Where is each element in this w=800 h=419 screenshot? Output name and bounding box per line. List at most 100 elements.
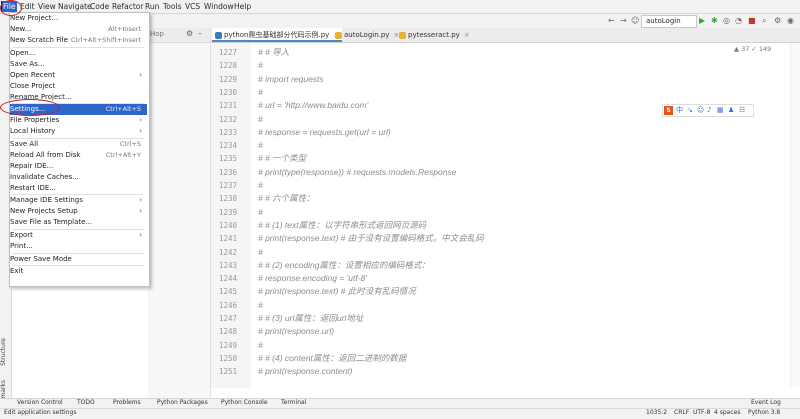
- minimize-icon[interactable]: –: [198, 29, 202, 38]
- menu-refactor[interactable]: Refactor: [111, 1, 144, 12]
- menu-tools[interactable]: Tools: [162, 1, 182, 12]
- project-pane: [148, 28, 211, 398]
- sogou-logo-icon[interactable]: S: [664, 106, 673, 115]
- menu-item-restart-ide[interactable]: Restart IDE...: [10, 183, 147, 194]
- forward-icon[interactable]: →: [620, 16, 627, 26]
- menu-item-repair-ide[interactable]: Repair IDE...: [10, 161, 147, 172]
- menu-vcs[interactable]: VCS: [184, 1, 201, 12]
- ime-skin-icon[interactable]: ♟: [728, 106, 734, 115]
- tab-python-examples[interactable]: python爬虫基础部分代码示例.py×: [212, 28, 342, 42]
- tab-autologin[interactable]: autoLogin.py ×: [332, 28, 406, 42]
- back-icon[interactable]: ←: [608, 16, 615, 26]
- stop-icon[interactable]: ■: [748, 16, 756, 26]
- tool-python-console[interactable]: Python Console: [221, 398, 268, 408]
- close-icon[interactable]: ×: [464, 31, 470, 39]
- menu-code[interactable]: Code: [89, 1, 110, 12]
- code-line[interactable]: # print(response.url): [258, 326, 334, 337]
- menu-run[interactable]: Run: [144, 1, 160, 12]
- code-line[interactable]: # # (2) encoding属性：设置相应的编码格式：: [258, 260, 430, 271]
- structure-tool-label[interactable]: Structure: [0, 338, 11, 366]
- code-line[interactable]: #: [258, 207, 263, 218]
- line-number: 1243: [218, 260, 237, 270]
- run-configuration-select[interactable]: autoLogin: [641, 15, 697, 28]
- debug-icon[interactable]: ✱: [711, 16, 718, 26]
- code-line[interactable]: #: [258, 300, 263, 311]
- code-line[interactable]: #: [258, 340, 263, 351]
- menu-item-new-scratch-file[interactable]: New Scratch File Ctrl+Alt+Shift+Insert: [10, 35, 147, 46]
- profile-icon[interactable]: ◔: [735, 16, 742, 26]
- line-separator[interactable]: CRLF: [674, 408, 689, 418]
- code-line[interactable]: # print(response.content): [258, 366, 353, 377]
- ime-voice-icon[interactable]: ♪: [707, 106, 711, 115]
- code-line[interactable]: # print(response.text) # 此时没有乱码情况: [258, 286, 416, 297]
- code-line[interactable]: #: [258, 140, 263, 151]
- code-line[interactable]: #: [258, 87, 263, 98]
- menu-item-open-recent[interactable]: Open Recent ›: [10, 70, 147, 81]
- menu-view[interactable]: View: [37, 1, 57, 12]
- code-line[interactable]: # import requests: [258, 74, 324, 85]
- tool-version-control[interactable]: Version Control: [17, 398, 63, 408]
- code-line[interactable]: # url = 'http://www.baidu.com': [258, 100, 368, 111]
- tool-terminal[interactable]: Terminal: [281, 398, 306, 408]
- menu-item-save-as[interactable]: Save As...: [10, 59, 147, 70]
- menu-item-reload-all-from-disk[interactable]: Reload All from Disk Ctrl+Alt+Y: [10, 150, 147, 161]
- menu-item-open[interactable]: Open...: [10, 48, 147, 59]
- menu-item-exit[interactable]: Exit: [10, 266, 147, 277]
- tool-problems[interactable]: Problems: [113, 398, 141, 408]
- run-icon[interactable]: ▶: [699, 16, 705, 26]
- code-line[interactable]: # # (3) url属性：返回url地址: [258, 313, 363, 324]
- code-line[interactable]: #: [258, 60, 263, 71]
- tool-python-packages[interactable]: Python Packages: [157, 398, 208, 408]
- ime-emoji-icon[interactable]: ☺: [697, 106, 704, 115]
- menu-item-export[interactable]: Export ›: [10, 230, 147, 241]
- menu-window[interactable]: Window: [203, 1, 235, 12]
- code-line[interactable]: # # (1) text属性：以字符串形式返回网页源码: [258, 220, 426, 231]
- user-icon[interactable]: ☺: [631, 16, 639, 26]
- menu-navigate[interactable]: Navigate: [57, 1, 93, 12]
- indent-setting[interactable]: 4 spaces: [714, 408, 740, 418]
- inspection-counts[interactable]: ▲ 37 ✓ 149: [734, 45, 771, 53]
- menu-item-new[interactable]: New... Alt+Insert: [10, 24, 147, 35]
- menu-help[interactable]: Help: [233, 1, 252, 12]
- code-line[interactable]: # print(type(response)) # requests.model…: [258, 167, 456, 178]
- ime-menu-icon[interactable]: ☷: [739, 106, 745, 115]
- caret-position[interactable]: 1035:2: [646, 408, 667, 418]
- code-line[interactable]: # # 一个类型: [258, 153, 306, 164]
- menu-item-save-all[interactable]: Save All Ctrl+S: [10, 139, 147, 150]
- ime-punct-icon[interactable]: ↘: [687, 106, 693, 115]
- menu-item-label: Restart IDE...: [10, 183, 56, 192]
- menu-item-invalidate-caches[interactable]: Invalidate Caches...: [10, 172, 147, 183]
- ime-keyboard-icon[interactable]: ▦: [717, 106, 724, 115]
- editor-scrollbar[interactable]: [790, 43, 800, 388]
- menu-item-file-properties[interactable]: File Properties ›: [10, 115, 147, 126]
- coverage-icon[interactable]: ◎: [723, 16, 730, 26]
- line-number: 1232: [218, 114, 237, 124]
- code-line[interactable]: #: [258, 247, 263, 258]
- ime-mode-icon[interactable]: 中: [676, 106, 683, 115]
- menu-item-new-projects-setup[interactable]: New Projects Setup ›: [10, 206, 147, 217]
- code-line[interactable]: #: [258, 114, 263, 125]
- menu-item-new-project[interactable]: New Project...: [10, 13, 147, 24]
- code-line[interactable]: # print(response.text) # 由于没有设置编码格式，中文会乱…: [258, 233, 484, 244]
- menu-item-print[interactable]: Print...: [10, 241, 147, 252]
- gear-icon[interactable]: ⚙: [186, 29, 193, 38]
- file-encoding[interactable]: UTF-8: [693, 408, 711, 418]
- tab-pytesseract[interactable]: pytesseract.py ×: [396, 28, 478, 42]
- tool-todo[interactable]: TODO: [77, 398, 95, 408]
- menu-item-power-save-mode[interactable]: Power Save Mode: [10, 254, 147, 265]
- event-log-button[interactable]: Event Log: [751, 398, 781, 408]
- search-icon[interactable]: ⌕: [762, 16, 766, 26]
- code-line[interactable]: # response.encoding = 'utf-8': [258, 273, 367, 284]
- code-line[interactable]: # # 导入: [258, 47, 289, 58]
- code-line[interactable]: # # 六个属性：: [258, 193, 315, 204]
- update-icon[interactable]: ◉: [787, 16, 794, 26]
- code-line[interactable]: #: [258, 180, 263, 191]
- menu-item-manage-ide-settings[interactable]: Manage IDE Settings ›: [10, 195, 147, 206]
- menu-item-close-project[interactable]: Close Project: [10, 81, 147, 92]
- menu-item-save-file-as-template[interactable]: Save File as Template...: [10, 217, 147, 228]
- gear-icon[interactable]: ⚙: [774, 16, 781, 26]
- menu-item-local-history[interactable]: Local History ›: [10, 126, 147, 137]
- code-line[interactable]: # response = requests.get(url = url): [258, 127, 391, 138]
- python-interpreter[interactable]: Python 3.8: [748, 408, 780, 418]
- code-line[interactable]: # # (4) content属性：返回二进制的数据: [258, 353, 406, 364]
